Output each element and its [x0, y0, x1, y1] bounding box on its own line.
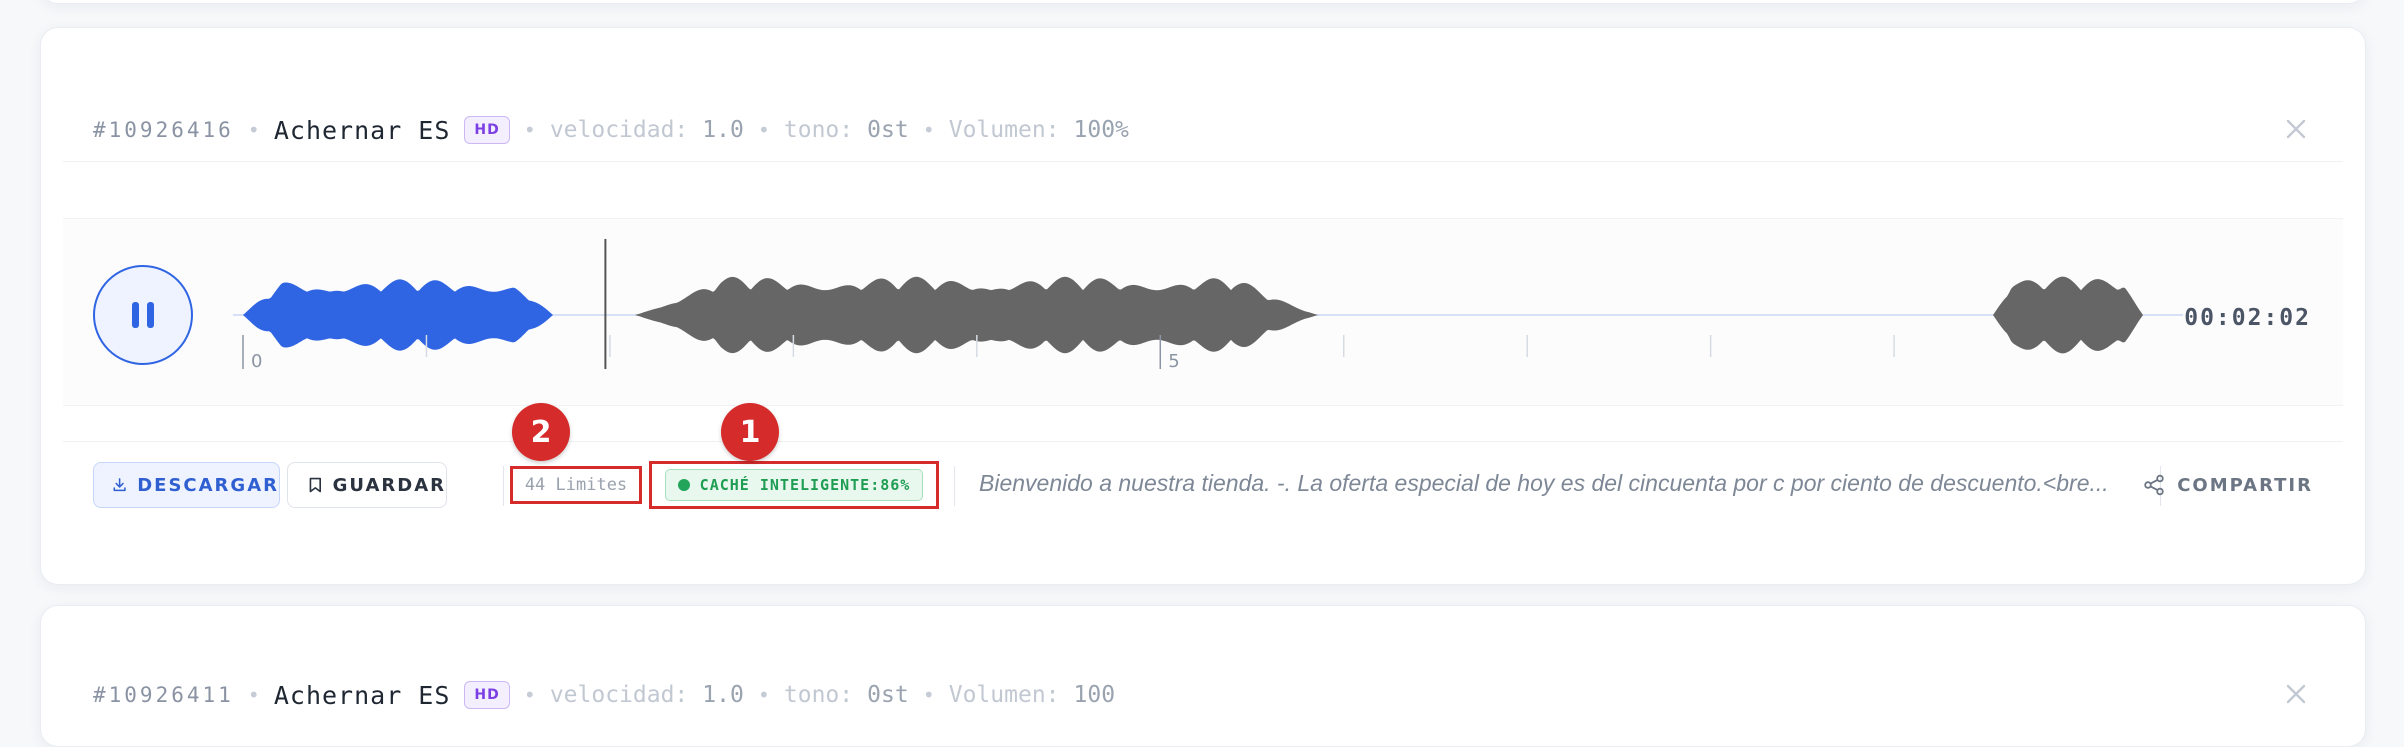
cache-label: CACHÉ INTELIGENTE:86%: [699, 476, 911, 494]
pitch-label: tono:: [783, 682, 854, 708]
meta-dot: •: [247, 683, 260, 707]
volume-label: Volumen:: [948, 682, 1060, 708]
download-icon: [113, 478, 126, 492]
timeline-label: 0: [251, 351, 262, 372]
cache-badge: CACHÉ INTELIGENTE:86%: [664, 469, 924, 501]
bookmark-icon: [309, 477, 321, 493]
transcript-preview: Bienvenido a nuestra tienda. -. La ofert…: [979, 470, 2109, 496]
save-button[interactable]: GUARDAR: [287, 462, 447, 508]
voice-name: Achernar ES: [273, 680, 451, 710]
share-button[interactable]: COMPARTIR: [2143, 462, 2313, 508]
speed-value: 1.0: [702, 682, 744, 708]
audio-meta: #10926411 • Achernar ES HD • velocidad: …: [93, 669, 2313, 721]
duration: 00:02:02: [2184, 305, 2311, 331]
speed-value: 1.0: [702, 117, 744, 143]
audio-id: #10926411: [93, 683, 234, 707]
divider: [63, 161, 2343, 162]
audio-card: #10926416 • Achernar ES HD • velocidad: …: [40, 27, 2366, 585]
volume-value: 100: [1073, 682, 1116, 708]
download-label: DESCARGAR: [137, 474, 279, 496]
audio-id: #10926416: [93, 118, 234, 142]
save-label: GUARDAR: [332, 474, 446, 496]
meta-dot: •: [922, 683, 935, 707]
close-icon[interactable]: [2279, 112, 2313, 146]
action-row: DESCARGAR GUARDAR 44 Limites CACHÉ INTEL…: [93, 458, 2313, 514]
previous-card: [40, 0, 2366, 4]
divider: [954, 466, 955, 506]
limits-indicator: 44 Limites: [510, 466, 642, 504]
meta-dot: •: [523, 118, 536, 142]
cache-status: CACHÉ INTELIGENTE:86%: [649, 461, 939, 509]
pitch-value: 0st: [867, 682, 909, 708]
annotation-marker-2: 2: [512, 403, 570, 461]
pause-icon: [132, 302, 154, 328]
close-icon[interactable]: [2279, 677, 2313, 711]
share-icon: [2144, 474, 2164, 496]
pitch-label: tono:: [783, 117, 854, 143]
played-waveform: [233, 279, 605, 351]
status-dot-icon: [677, 479, 690, 491]
volume-value: 100%: [1073, 117, 1129, 143]
audio-player: 05 00:02:02: [63, 218, 2343, 406]
divider: [503, 466, 504, 506]
meta-dot: •: [757, 683, 770, 707]
meta-dot: •: [523, 683, 536, 707]
annotation-marker-1: 1: [721, 403, 779, 461]
volume-label: Volumen:: [948, 117, 1060, 143]
hd-badge: HD: [464, 681, 510, 709]
share-label: COMPARTIR: [2177, 474, 2313, 496]
meta-dot: •: [922, 118, 935, 142]
voice-name: Achernar ES: [273, 115, 451, 145]
divider: [63, 441, 2343, 442]
timeline-label: 5: [1168, 351, 1179, 372]
audio-meta: #10926416 • Achernar ES HD • velocidad: …: [93, 104, 2313, 156]
speed-label: velocidad:: [549, 682, 689, 708]
hd-badge: HD: [464, 116, 510, 144]
pitch-value: 0st: [867, 117, 909, 143]
waveform[interactable]: 05: [233, 219, 2193, 405]
pause-button[interactable]: [93, 265, 193, 365]
meta-dot: •: [247, 118, 260, 142]
meta-dot: •: [757, 118, 770, 142]
download-button[interactable]: DESCARGAR: [93, 462, 280, 508]
audio-card: #10926411 • Achernar ES HD • velocidad: …: [40, 605, 2366, 747]
speed-label: velocidad:: [549, 117, 689, 143]
